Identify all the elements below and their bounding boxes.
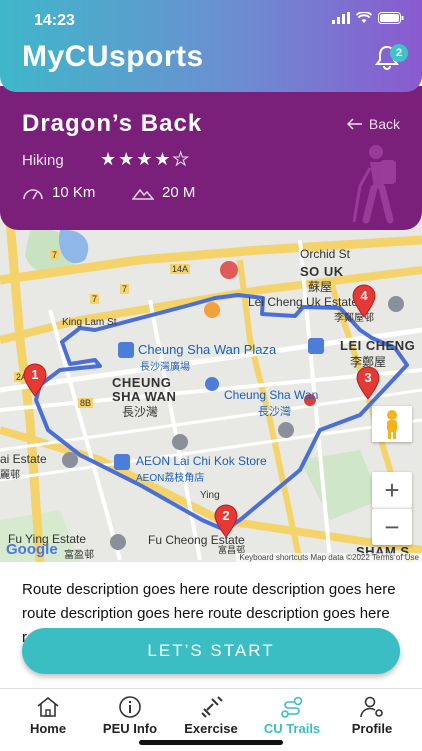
trail-title: Dragon’s Back (22, 110, 203, 137)
info-icon (119, 696, 141, 718)
tab-profile-label: Profile (351, 721, 393, 736)
wifi-icon (356, 12, 372, 23)
hiker-icon (352, 145, 396, 224)
tab-peu-info[interactable]: PEU Info (88, 695, 172, 736)
notification-badge: 2 (390, 44, 408, 62)
dumbbell-icon (201, 696, 223, 718)
tab-exercise-label: Exercise (184, 721, 238, 736)
marker-label: 1 (31, 367, 39, 382)
lets-start-button[interactable]: LET’S START (22, 628, 400, 674)
map-label-orchid: Orchid St (300, 247, 351, 261)
star-icon: ★ (136, 149, 153, 169)
map-route-14a: 14A (170, 264, 191, 274)
tab-home[interactable]: Home (6, 695, 90, 736)
status-time: 14:23 (34, 12, 75, 29)
map-label-station: Cheung Sha Wan (224, 388, 319, 402)
map-label-lai-estate-zh: 麗邨 (0, 470, 20, 481)
back-button[interactable]: Back (346, 116, 400, 132)
distance-metric: 10 Km (22, 184, 95, 201)
map-label-lei-cheng: LEI CHENG (340, 338, 416, 353)
map-route-7: 7 (90, 294, 100, 304)
back-label: Back (368, 116, 400, 132)
tab-profile[interactable]: Profile (330, 695, 414, 736)
map-route-7-b: 7 (120, 284, 130, 294)
app-header: 14:23 MyCUsports 2 (0, 0, 422, 92)
map-label-cheung: CHEUNG (112, 375, 172, 390)
street-view-pegman[interactable] (372, 406, 412, 442)
pegman-icon (387, 410, 397, 439)
home-indicator (139, 740, 283, 745)
map-marker-3[interactable]: 3 (355, 366, 381, 400)
trail-type: Hiking (22, 152, 64, 169)
marker-label: 4 (360, 288, 368, 303)
star-icon: ★ (154, 149, 171, 169)
tab-cu-trails[interactable]: CU Trails (250, 695, 334, 736)
map-label-cheung-sha-wan-plaza: Cheung Sha Wan Plaza (138, 342, 277, 357)
home-icon (37, 696, 59, 717)
elevation-value: 20 M (162, 184, 196, 201)
map-label-lei-cheng-uk-estate: Lei Cheng Uk Estate (248, 295, 359, 309)
speedometer-icon (23, 188, 43, 199)
map-label-sha-wan-zh: 長沙灣 (122, 405, 159, 419)
distance-value: 10 Km (52, 184, 96, 201)
map-route-7-c: 7 (50, 250, 60, 260)
trail-route-icon (281, 696, 303, 718)
map-attribution[interactable]: Keyboard shortcuts Map data ©2022 Terms … (236, 553, 422, 562)
signal-icon (332, 12, 350, 24)
tab-exercise[interactable]: Exercise (169, 695, 253, 736)
marker-label: 3 (364, 370, 372, 385)
map-label-so-uk: SO UK (300, 264, 344, 279)
elevation-metric: 20 M (132, 184, 195, 201)
map-label-station-zh: 長沙灣 (258, 406, 291, 418)
rating-stars: ★ ★ ★ ★ ★ (100, 149, 189, 170)
map-label-sha-wan: SHA WAN (112, 389, 177, 404)
map-route-8b: 8B (78, 398, 94, 408)
bottom-tab-bar: Home PEU Info Exercise CU Trails Profile (0, 688, 422, 751)
map-label-aeon: AEON Lai Chi Kok Store (136, 454, 267, 468)
app-title: MyCUsports (22, 40, 204, 73)
tab-peu-info-label: PEU Info (102, 721, 158, 736)
map-label-cheung-sha-wan-plaza-zh: 長沙灣廣場 (140, 362, 190, 373)
star-icon: ★ (100, 149, 117, 169)
tab-cu-trails-label: CU Trails (263, 721, 321, 736)
star-icon: ★ (172, 149, 189, 170)
map-marker-4[interactable]: 4 (351, 284, 377, 318)
zoom-out-button[interactable]: − (372, 508, 412, 545)
map-label-lai-estate: ai Estate (0, 452, 47, 466)
star-icon: ★ (118, 149, 135, 169)
trail-card: Dragon’s Back Back Hiking ★ ★ ★ ★ ★ 10 Km 20… (0, 86, 422, 230)
map-label-king-lam: King Lam St (62, 317, 117, 328)
map-label-aeon-zh: AEON荔枝角店 (136, 473, 205, 484)
map-label-ying: Ying (200, 490, 220, 501)
tab-home-label: Home (29, 721, 67, 736)
battery-icon (378, 12, 404, 24)
user-settings-icon (360, 696, 383, 718)
arrow-left-icon (346, 118, 362, 130)
marker-label: 2 (222, 508, 230, 523)
map-marker-1[interactable]: 1 (22, 363, 48, 397)
google-logo: Google (6, 541, 58, 558)
map-label-so-uk-zh: 蘇屋 (308, 280, 333, 294)
map-marker-2[interactable]: 2 (213, 504, 239, 538)
map-label-fu-ying-zh: 富盈邨 (64, 550, 94, 561)
zoom-in-button[interactable]: + (372, 472, 412, 508)
status-icons (332, 12, 404, 24)
trail-map[interactable]: Orchid St SO UK 蘇屋 Lei Cheng Uk Estate 李… (0, 220, 422, 562)
mountain-icon (132, 188, 154, 200)
